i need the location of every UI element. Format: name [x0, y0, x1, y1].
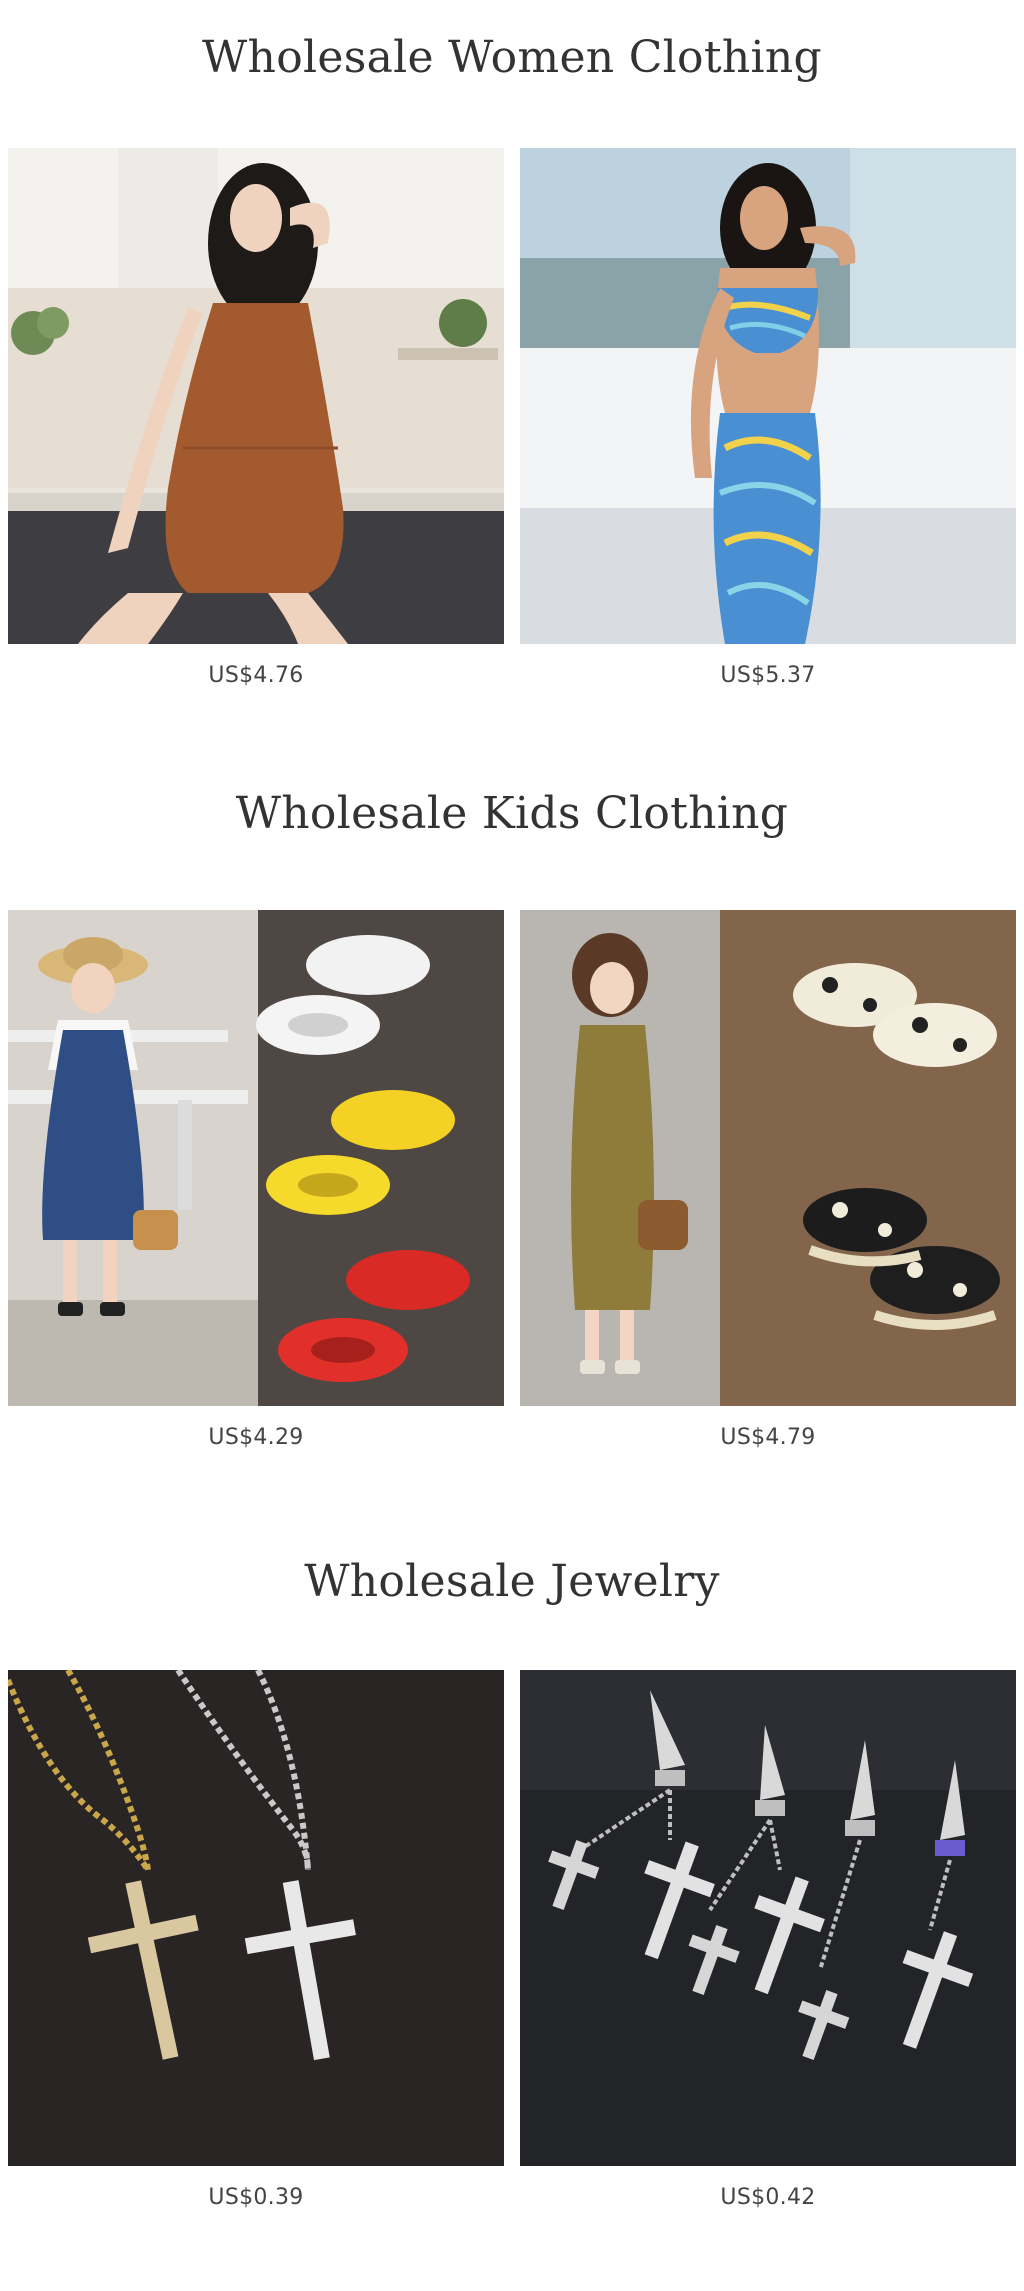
- product-price: US$4.76: [208, 663, 304, 688]
- product-price: US$0.39: [208, 2185, 304, 2210]
- product-image-blue-swirl-set[interactable]: [520, 148, 1016, 644]
- section-title: Wholesale Kids Clothing: [235, 788, 789, 839]
- product-image-brown-romper[interactable]: [8, 148, 504, 644]
- product-card[interactable]: US$0.42: [520, 1670, 1016, 2230]
- section-title: Wholesale Jewelry: [304, 1556, 720, 1607]
- product-card[interactable]: US$0.39: [8, 1670, 504, 2230]
- product-price: US$4.29: [208, 1425, 304, 1450]
- product-card[interactable]: US$4.76: [8, 148, 504, 708]
- product-card[interactable]: US$4.79: [520, 910, 1016, 1470]
- product-image-kids-denim-dress[interactable]: [8, 910, 504, 1406]
- product-image-cross-earrings[interactable]: [520, 1670, 1016, 2166]
- product-image-kids-khaki-jumpsuit[interactable]: [520, 910, 1016, 1406]
- product-image-cross-necklaces[interactable]: [8, 1670, 504, 2166]
- product-card[interactable]: US$4.29: [8, 910, 504, 1470]
- product-price: US$5.37: [720, 663, 816, 688]
- product-card[interactable]: US$5.37: [520, 148, 1016, 708]
- product-price: US$0.42: [720, 2185, 816, 2210]
- product-price: US$4.79: [720, 1425, 816, 1450]
- section-title: Wholesale Women Clothing: [202, 32, 822, 83]
